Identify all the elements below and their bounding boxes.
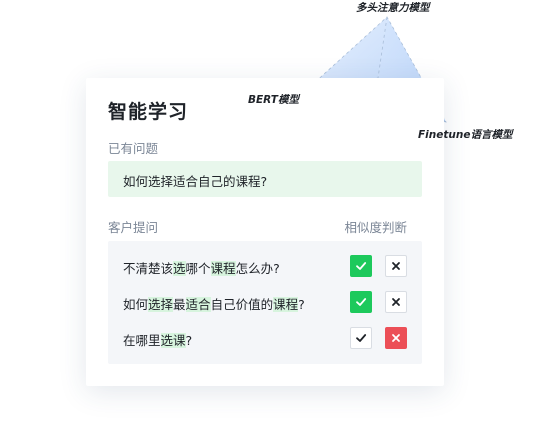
similar-button[interactable] [350, 327, 372, 349]
question-row: 在哪里选课? [108, 324, 422, 354]
question-text-segment: ? [298, 297, 305, 312]
similar-button[interactable] [350, 291, 372, 313]
customer-question-list: 不清楚该选哪个课程怎么办? 如何选择最适合自己价值的课程? 在哪里选课? [108, 241, 422, 364]
card-title: 智能学习 [108, 101, 189, 123]
question-text-segment: 最 [173, 297, 186, 312]
question-row: 不清楚该选哪个课程怎么办? [108, 252, 422, 282]
existing-question-label: 已有问题 [108, 141, 159, 156]
highlighted-keyword: 课程 [273, 297, 299, 312]
highlighted-keyword: 选 [173, 261, 186, 276]
question-text: 在哪里选课? [123, 330, 192, 349]
question-text-segment: 在哪里 [123, 333, 161, 348]
model-label-left: BERT模型 [248, 94, 299, 106]
existing-question-text: 如何选择适合自己的课程? [123, 174, 268, 189]
question-text-segment: 如何 [123, 297, 149, 312]
existing-question-box: 如何选择适合自己的课程? [108, 161, 422, 197]
close-icon [391, 261, 401, 271]
question-text-segment: 哪个 [185, 261, 211, 276]
highlighted-keyword: 选择 [148, 297, 174, 312]
highlighted-keyword: 适合 [185, 297, 211, 312]
question-text-segment: 怎么办? [235, 261, 280, 276]
highlighted-keyword: 选课 [160, 333, 186, 348]
close-icon [391, 333, 401, 343]
question-row: 如何选择最适合自己价值的课程? [108, 288, 422, 318]
similarity-judgement-label: 相似度判断 [344, 220, 407, 235]
model-label-right: Finetune语言模型 [418, 129, 513, 141]
close-icon [391, 297, 401, 307]
not-similar-button[interactable] [385, 327, 407, 349]
check-icon [355, 260, 367, 272]
similar-button[interactable] [350, 255, 372, 277]
question-text-segment: 自己价值的 [210, 297, 274, 312]
highlighted-keyword: 课程 [210, 261, 236, 276]
not-similar-button[interactable] [385, 291, 407, 313]
check-icon [355, 332, 367, 344]
question-text: 不清楚该选哪个课程怎么办? [123, 258, 280, 277]
customer-question-label: 客户提问 [108, 220, 159, 235]
question-text: 如何选择最适合自己价值的课程? [123, 294, 305, 313]
check-icon [355, 296, 367, 308]
model-label-top: 多头注意力模型 [356, 2, 430, 14]
smart-learning-card: 智能学习 已有问题 如何选择适合自己的课程? 客户提问 相似度判断 不清楚该选哪… [86, 78, 444, 386]
question-text-segment: 不清楚该 [123, 261, 174, 276]
question-text-segment: ? [185, 333, 193, 348]
not-similar-button[interactable] [385, 255, 407, 277]
